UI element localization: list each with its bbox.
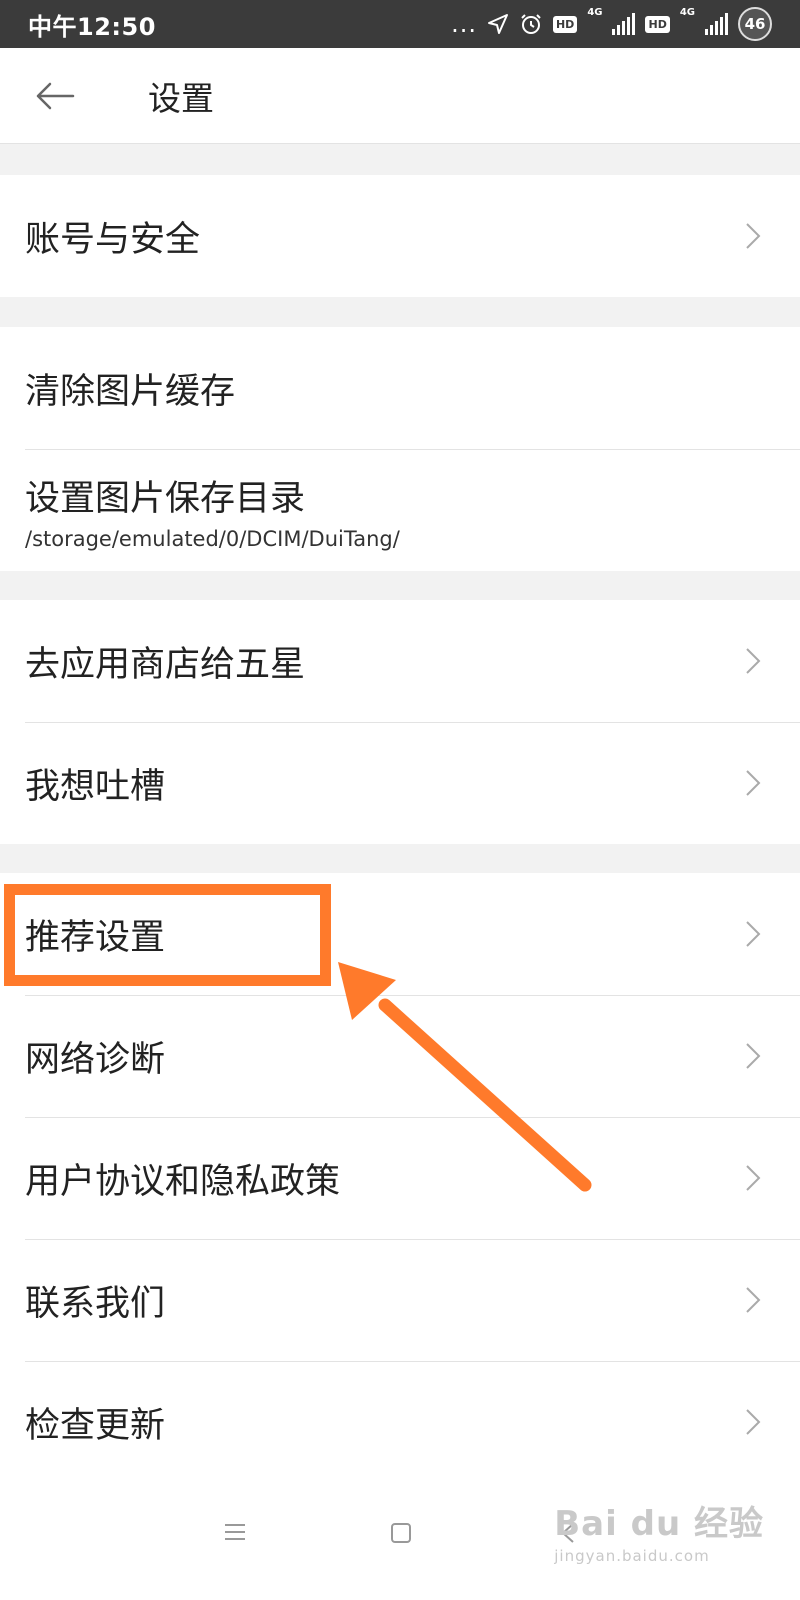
watermark-sub: jingyan.baidu.com [554,1547,710,1565]
row-label: 账号与安全 [25,219,201,260]
home-icon[interactable] [390,1522,412,1544]
row-label: 检查更新 [25,1405,166,1446]
network-type: 4G [587,7,603,18]
status-icons: ... HD 4G HD 4G 46 [451,7,772,41]
signal-icon [612,13,636,35]
hd-badge: HD [552,15,578,33]
row-text: 设置图片保存目录 /storage/emulated/0/DCIM/DuiTan… [25,470,400,551]
row-sublabel-path: /storage/emulated/0/DCIM/DuiTang/ [25,526,400,551]
chevron-right-icon [746,1287,761,1313]
signal-icon-2 [705,13,728,35]
row-account-security[interactable]: 账号与安全 [0,175,800,297]
settings-group-feedback: 去应用商店给五星 我想吐槽 [0,600,800,844]
row-clear-image-cache[interactable]: 清除图片缓存 [0,327,800,449]
row-feedback[interactable]: 我想吐槽 [0,722,800,844]
row-label: 我想吐槽 [25,766,166,807]
back-button[interactable] [0,48,110,144]
row-check-update[interactable]: 检查更新 [0,1361,800,1483]
row-label: 联系我们 [25,1283,166,1324]
chevron-right-icon [746,1165,761,1191]
row-user-agreement-privacy[interactable]: 用户协议和隐私政策 [0,1117,800,1239]
app-bar: 设置 [0,48,800,144]
row-label: 网络诊断 [25,1039,166,1080]
settings-group-storage: 清除图片缓存 设置图片保存目录 /storage/emulated/0/DCIM… [0,327,800,571]
baidu-jingyan-watermark: Bai du 经验 jingyan.baidu.com [554,1496,764,1565]
battery-icon: 46 [738,7,772,41]
row-label: 推荐设置 [25,917,166,958]
chevron-right-icon [746,1043,761,1069]
row-rate-five-stars[interactable]: 去应用商店给五星 [0,600,800,722]
chevron-right-icon [746,1409,761,1435]
settings-group-account: 账号与安全 [0,175,800,297]
row-label: 设置图片保存目录 [25,478,306,519]
row-image-save-directory[interactable]: 设置图片保存目录 /storage/emulated/0/DCIM/DuiTan… [0,449,800,571]
back-arrow-icon [36,82,75,109]
watermark-main: Bai du 经验 [554,1504,764,1544]
status-time: 中午12:50 [28,12,156,41]
chevron-right-icon [746,648,761,674]
row-label: 清除图片缓存 [25,371,236,412]
more-dots-icon: ... [451,10,477,38]
page-title: 设置 [148,78,214,118]
row-label: 用户协议和隐私政策 [25,1161,341,1202]
alarm-icon [521,14,541,34]
row-label: 去应用商店给五星 [25,644,306,685]
settings-group-general: 推荐设置 网络诊断 用户协议和隐私政策 联系我们 检查更新 [0,873,800,1483]
row-contact-us[interactable]: 联系我们 [0,1239,800,1361]
chevron-right-icon [746,921,761,947]
row-recommendation-settings[interactable]: 推荐设置 [0,873,800,995]
chevron-right-icon [746,223,761,249]
hd-badge-2: HD [645,15,670,33]
location-icon [487,14,508,34]
status-bar: 中午12:50 ... HD 4G HD 4G 46 [0,0,800,48]
network-type-2: 4G [679,7,695,18]
menu-icon[interactable] [224,1522,246,1542]
row-network-diagnosis[interactable]: 网络诊断 [0,995,800,1117]
chevron-right-icon [746,770,761,796]
